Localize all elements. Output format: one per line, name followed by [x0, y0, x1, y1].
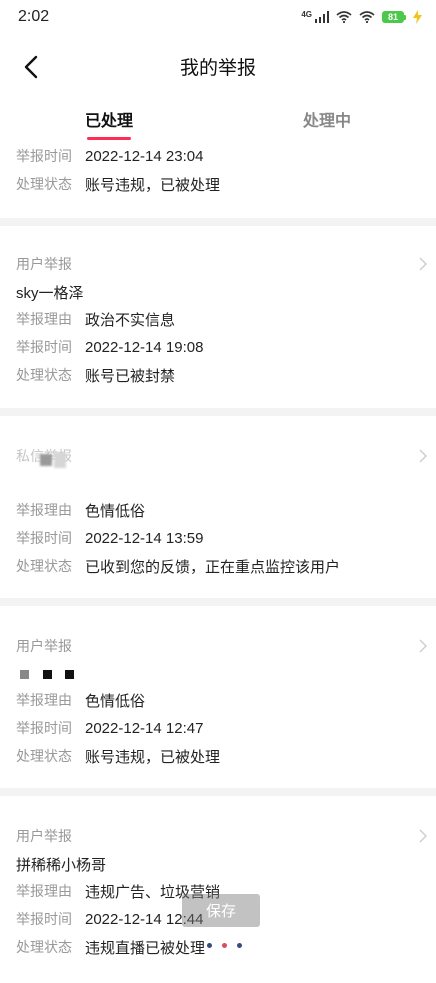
report-type: 用户举报 [16, 638, 72, 654]
report-status-value: 账号已被封禁 [85, 367, 176, 385]
report-time-row: 举报时间 2022-12-14 12:47 [16, 717, 203, 739]
report-status-label: 处理状态 [16, 939, 72, 955]
report-reason-row: 举报理由 政治不实信息 [16, 308, 175, 330]
loading-dot [222, 943, 227, 948]
report-reason-label: 举报理由 [16, 502, 72, 518]
report-time-row: 举报时间 2022-12-14 13:59 [16, 527, 203, 549]
active-tab-indicator [87, 137, 131, 140]
chevron-left-icon [24, 55, 38, 79]
report-type: 用户举报 [16, 828, 72, 844]
wifi-icon [336, 11, 352, 23]
chevron-right-icon [419, 829, 427, 843]
cellular-signal-icon [315, 11, 329, 23]
charging-icon [413, 10, 422, 24]
card-separator [0, 598, 436, 606]
status-icons: 4G 81 [301, 10, 422, 25]
report-status-value: 违规直播已被处理 [85, 939, 206, 957]
report-time-row: 举报时间 2022-12-14 23:04 [16, 145, 203, 167]
reported-user-name: sky一格泽 [16, 285, 84, 302]
report-time-label: 举报时间 [16, 720, 72, 736]
report-status-row: 处理状态 已收到您的反馈，正在重点监控该用户 [16, 555, 340, 577]
card-separator [0, 218, 436, 226]
card-separator [0, 788, 436, 796]
redacted-avatar [40, 454, 52, 466]
report-reason-row: 举报理由 色情低俗 [16, 499, 145, 521]
report-card[interactable]: 用户举报 sky一格泽 举报理由 政治不实信息 举报时间 2022-12-14 … [0, 226, 436, 408]
report-status-label: 处理状态 [16, 367, 72, 383]
report-reason-value: 政治不实信息 [85, 311, 176, 329]
report-time-value: 2022-12-14 13:59 [85, 529, 204, 547]
report-status-row: 处理状态 账号违规，已被处理 [16, 745, 220, 767]
report-status-value: 已收到您的反馈，正在重点监控该用户 [85, 558, 341, 576]
loading-dots [207, 943, 242, 948]
report-reason-row: 举报理由 色情低俗 [16, 689, 145, 711]
tab-bar: 已处理 处理中 [0, 96, 436, 142]
tab-processing[interactable]: 处理中 [218, 96, 436, 142]
save-button[interactable]: 保存 [182, 894, 260, 927]
report-time-label: 举报时间 [16, 339, 72, 355]
report-card[interactable]: 举报时间 2022-12-14 23:04 处理状态 账号违规，已被处理 [0, 142, 436, 218]
report-time-value: 2022-12-14 23:04 [85, 147, 204, 165]
chevron-right-icon [419, 449, 427, 463]
tab-processed[interactable]: 已处理 [0, 96, 218, 142]
redacted-name [54, 452, 66, 468]
status-bar: 2:02 4G 81 [0, 0, 436, 34]
loading-dot [237, 943, 242, 948]
report-status-row: 处理状态 违规直播已被处理 [16, 936, 205, 958]
back-button[interactable] [14, 50, 48, 84]
redacted-name-block [20, 670, 29, 679]
tab-processing-label: 处理中 [302, 113, 351, 130]
report-card[interactable]: 用户举报 拼稀稀小杨哥 举报理由 违规广告、垃圾营销 举报时间 2022-12-… [0, 796, 436, 983]
network-type-label: 4G [301, 9, 312, 19]
report-status-value: 账号违规，已被处理 [85, 748, 221, 766]
loading-dot [207, 943, 212, 948]
report-reason-value: 色情低俗 [85, 692, 146, 710]
report-reason-label: 举报理由 [16, 883, 72, 899]
report-time-label: 举报时间 [16, 530, 72, 546]
page-title: 我的举报 [179, 57, 256, 79]
status-time: 2:02 [18, 8, 50, 25]
report-status-label: 处理状态 [16, 176, 72, 192]
report-time-value: 2022-12-14 19:08 [85, 338, 204, 356]
card-separator [0, 408, 436, 416]
report-status-label: 处理状态 [16, 748, 72, 764]
report-card[interactable]: 私信举报 举报理由 色情低俗 举报时间 2022-12-14 13:59 处理状… [0, 416, 436, 598]
report-status-label: 处理状态 [16, 558, 72, 574]
chevron-right-icon [419, 639, 427, 653]
report-reason-label: 举报理由 [16, 311, 72, 327]
report-status-value: 账号违规，已被处理 [85, 176, 221, 194]
reported-user-name: 拼稀稀小杨哥 [16, 857, 107, 874]
report-time-row: 举报时间 2022-12-14 19:08 [16, 336, 203, 358]
report-time-label: 举报时间 [16, 911, 72, 927]
report-type: 用户举报 [16, 256, 72, 272]
report-reason-value: 色情低俗 [85, 502, 146, 520]
chevron-right-icon [419, 257, 427, 271]
wifi-icon-secondary [359, 11, 375, 23]
redacted-name-block [65, 670, 74, 679]
report-time-label: 举报时间 [16, 148, 72, 164]
battery-level: 81 [382, 11, 404, 23]
tab-processed-label: 已处理 [84, 113, 133, 130]
report-card[interactable]: 用户举报 举报理由 色情低俗 举报时间 2022-12-14 12:47 处理状… [0, 606, 436, 788]
report-reason-label: 举报理由 [16, 692, 72, 708]
battery-icon: 81 [382, 11, 406, 23]
report-time-value: 2022-12-14 12:47 [85, 719, 204, 737]
report-status-row: 处理状态 账号违规，已被处理 [16, 173, 220, 195]
nav-bar: 我的举报 [0, 42, 436, 90]
redacted-name-block [43, 670, 52, 679]
report-status-row: 处理状态 账号已被封禁 [16, 364, 175, 386]
report-time-row: 举报时间 2022-12-14 12:44 [16, 908, 203, 930]
